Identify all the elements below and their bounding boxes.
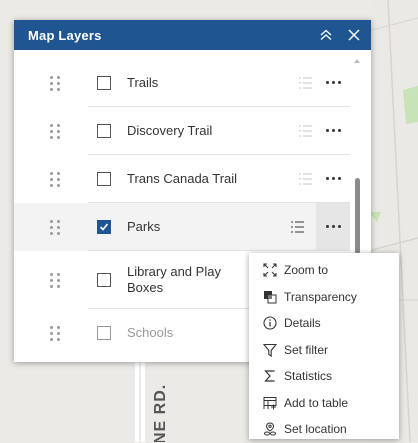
menu-item-statistics[interactable]: Statistics	[249, 363, 399, 390]
menu-item-details[interactable]: Details	[249, 310, 399, 337]
layer-row-body: Parks	[88, 202, 350, 251]
layer-row-parks[interactable]: Parks	[14, 202, 350, 251]
more-options-icon[interactable]	[324, 225, 342, 228]
checkmark-icon	[99, 222, 109, 231]
layer-checkbox-checked[interactable]	[97, 219, 111, 234]
menu-item-set-filter[interactable]: Set filter	[249, 337, 399, 364]
layer-label: Trails	[127, 74, 159, 90]
set-location-icon	[263, 422, 277, 436]
legend-list-icon[interactable]	[290, 220, 306, 234]
more-options-icon[interactable]	[324, 81, 342, 84]
layer-checkbox[interactable]	[97, 123, 111, 138]
drag-handle-icon[interactable]	[50, 123, 66, 139]
more-options-icon[interactable]	[324, 177, 342, 180]
more-options-button-active[interactable]	[316, 202, 350, 251]
layer-label: Library and Play Boxes	[127, 263, 221, 295]
add-table-icon	[263, 396, 277, 410]
menu-item-label: Add to table	[284, 395, 349, 410]
drag-handle-icon[interactable]	[50, 75, 66, 91]
menu-item-transparency[interactable]: Transparency	[249, 284, 399, 311]
layer-options-menu: Zoom to Transparency Details Set filter …	[249, 253, 399, 439]
filter-icon	[263, 343, 277, 357]
info-icon	[263, 316, 277, 330]
layer-row-trans-canada-trail[interactable]: Trans Canada Trail	[14, 155, 350, 203]
layer-row-body: Trans Canada Trail	[88, 155, 350, 203]
header-actions	[319, 28, 361, 42]
menu-item-label: Transparency	[284, 289, 357, 304]
drag-handle-icon[interactable]	[50, 219, 66, 235]
drag-handle-icon[interactable]	[50, 272, 66, 288]
panel-title: Map Layers	[28, 27, 102, 43]
menu-item-add-to-table[interactable]: Add to table	[249, 390, 399, 417]
layer-label: Parks	[127, 218, 161, 234]
more-options-icon[interactable]	[324, 129, 342, 132]
legend-list-icon[interactable]	[298, 76, 314, 90]
legend-list-icon[interactable]	[298, 124, 314, 138]
scroll-thumb[interactable]	[355, 178, 360, 254]
layer-label: Discovery Trail	[127, 122, 213, 138]
layer-checkbox[interactable]	[97, 75, 111, 90]
menu-item-label: Zoom to	[284, 263, 329, 278]
menu-item-zoom-to[interactable]: Zoom to	[249, 257, 399, 284]
double-chevron-up-icon[interactable]	[319, 28, 333, 42]
sigma-icon	[263, 369, 277, 383]
layer-row-discovery-trail[interactable]: Discovery Trail	[14, 107, 350, 155]
layer-row-body: Trails	[88, 59, 350, 107]
menu-item-label: Set location	[284, 422, 347, 437]
layer-row-body: Discovery Trail	[88, 107, 350, 155]
menu-item-set-location[interactable]: Set location	[249, 416, 399, 443]
drag-handle-icon[interactable]	[50, 325, 66, 341]
menu-item-label: Statistics	[284, 369, 333, 384]
layer-row-trails[interactable]: Trails	[14, 59, 350, 107]
scroll-up-arrow-icon[interactable]	[353, 52, 361, 63]
layer-checkbox[interactable]	[97, 272, 111, 287]
transparency-icon	[263, 290, 277, 304]
layer-checkbox[interactable]	[97, 171, 111, 186]
road-label: NE RD.	[152, 383, 169, 442]
layer-label: Trans Canada Trail	[127, 170, 238, 186]
legend-list-icon[interactable]	[298, 172, 314, 186]
panel-header: Map Layers	[14, 20, 371, 50]
menu-item-label: Set filter	[284, 342, 329, 357]
close-icon[interactable]	[347, 28, 361, 42]
zoom-to-icon	[263, 263, 277, 277]
drag-handle-icon[interactable]	[50, 171, 66, 187]
layer-checkbox[interactable]	[97, 326, 111, 340]
menu-item-label: Details	[284, 316, 321, 331]
